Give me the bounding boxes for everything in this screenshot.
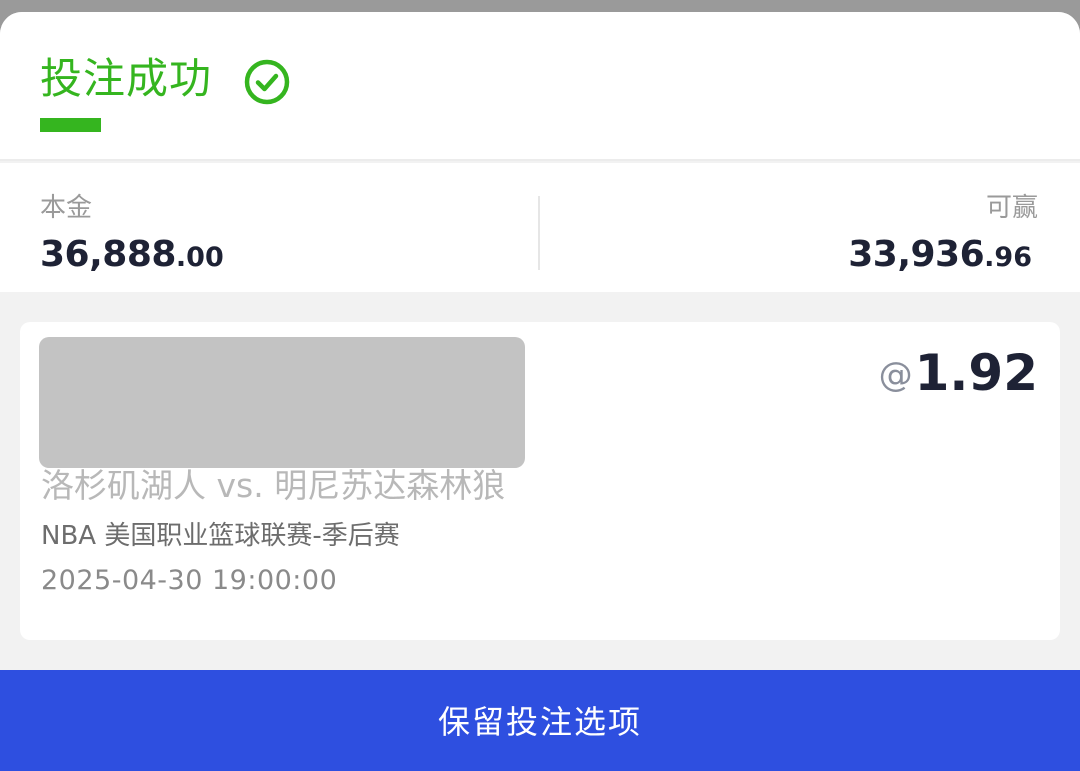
page-title: 投注成功 [40,54,213,103]
check-circle-icon [244,59,290,105]
odds: @1.92 [879,344,1038,402]
match-name: 洛杉矶湖人 vs. 明尼苏达森林狼 [41,466,506,505]
bet-summary: 本金 36,888.00 可赢 33,936.96 [0,163,1080,292]
win-amount-int: 33,936 [848,234,985,275]
win-label: 可赢 [985,193,1038,223]
league-name: NBA 美国职业篮球联赛-季后赛 [41,521,400,551]
bet-selection-card: @1.92 洛杉矶湖人 vs. 明尼苏达森林狼 NBA 美国职业篮球联赛-季后赛… [20,322,1060,640]
summary-divider [538,196,540,270]
odds-prefix: @ [878,355,913,395]
principal-amount: 36,888.00 [40,233,224,283]
redacted-selection [39,337,525,468]
match-time: 2025-04-30 19:00:00 [41,565,338,596]
win-amount: 33,936.96 [848,233,1032,283]
title-underline [40,118,101,132]
win-amount-dec: .96 [984,242,1032,273]
principal-label: 本金 [40,193,93,223]
odds-value: 1.92 [914,344,1038,402]
principal-amount-dec: .00 [175,242,224,273]
principal-amount-int: 36,888 [40,234,176,275]
keep-selection-button[interactable]: 保留投注选项 [0,670,1080,771]
bet-success-sheet: 投注成功 本金 36,888.00 可赢 33,936.96 @1.92 洛杉矶… [0,12,1080,771]
sheet-header: 投注成功 [0,12,1080,161]
